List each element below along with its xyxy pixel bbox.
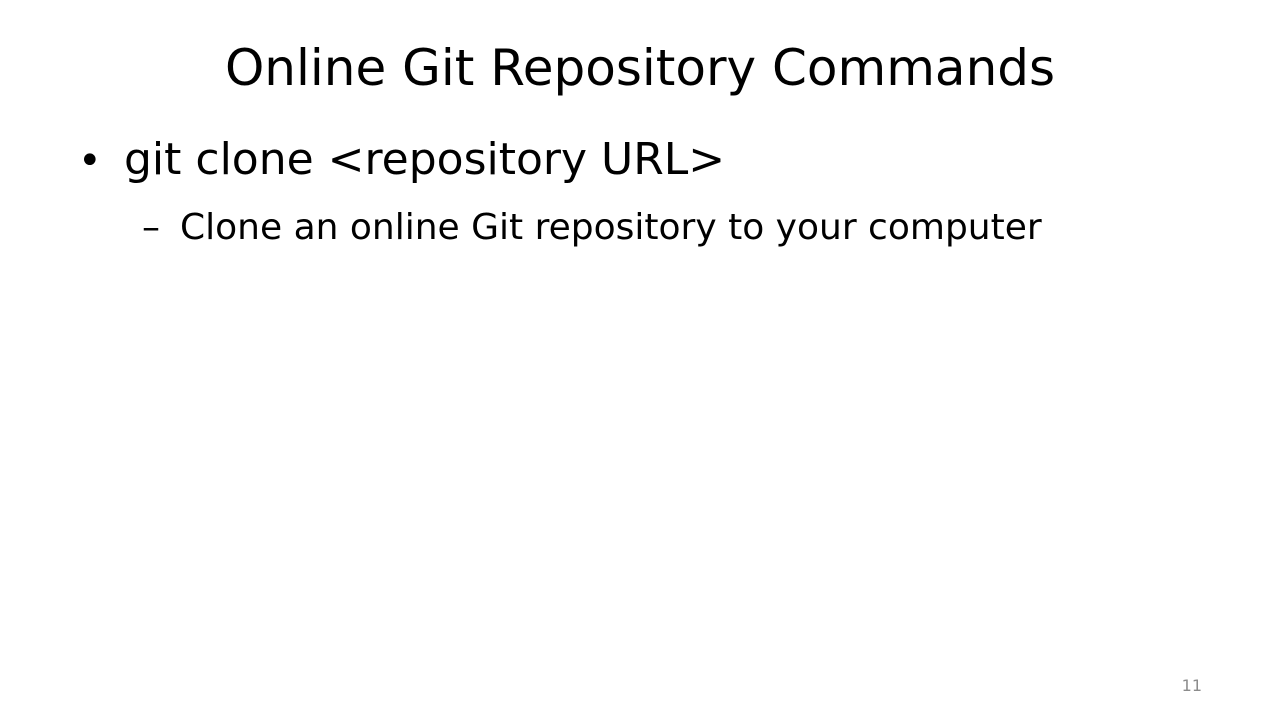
slide-title: Online Git Repository Commands [224, 39, 1056, 97]
bullet-list: • git clone <repository URL> – Clone an … [78, 130, 1198, 253]
bullet-row: • git clone <repository URL> [78, 130, 1198, 191]
sub-bullet-marker: – [142, 207, 160, 248]
bullet-marker: • [78, 138, 102, 184]
sub-bullet-text: Clone an online Git repository to your c… [180, 207, 1042, 248]
bullet-item: • git clone <repository URL> – Clone an … [78, 130, 1198, 253]
sub-bullet-item: – Clone an online Git repository to your… [142, 203, 1198, 253]
bullet-text: git clone <repository URL> [124, 134, 726, 185]
slide: Online Git Repository Commands • git clo… [0, 0, 1280, 720]
slide-number: 11 [1181, 676, 1202, 695]
sub-bullet-list: – Clone an online Git repository to your… [78, 203, 1198, 253]
